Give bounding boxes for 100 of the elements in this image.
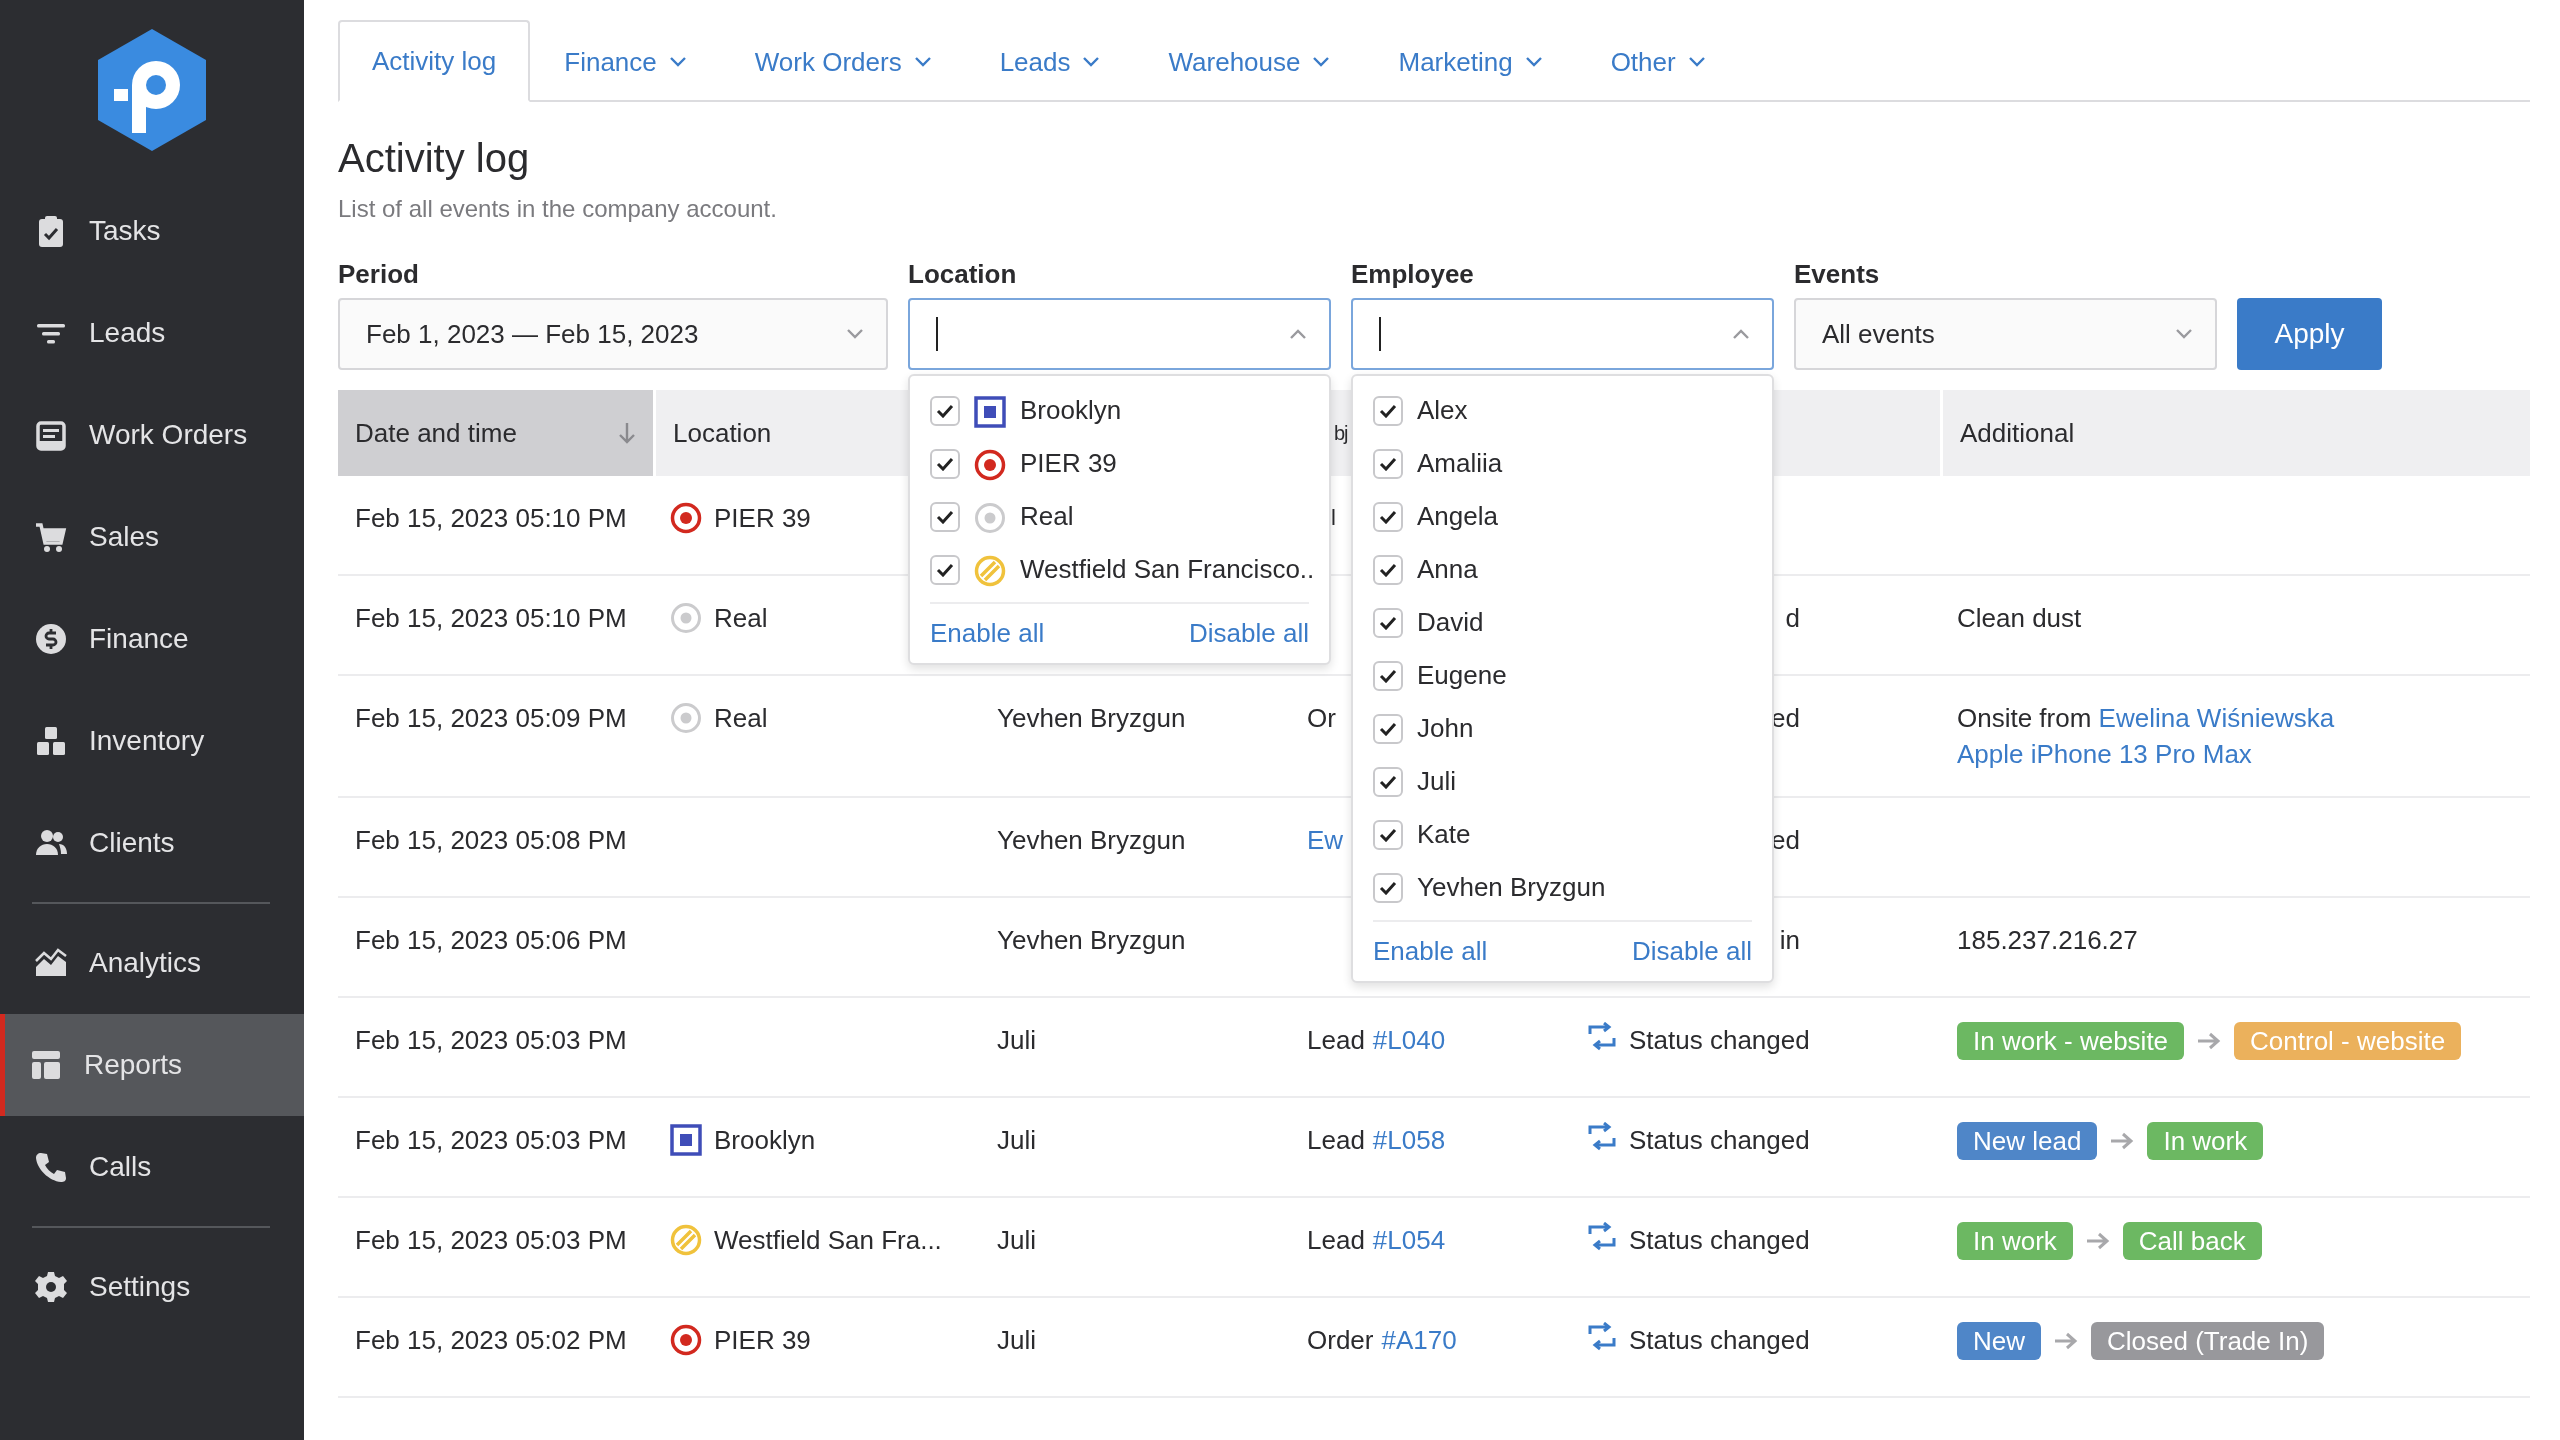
status-badge: New lead	[1957, 1122, 2098, 1160]
dropdown-option[interactable]: Yevhen Bryzgun	[1373, 861, 1752, 914]
tab[interactable]: Other	[1576, 20, 1740, 102]
status-badge: In work - website	[1957, 1022, 2185, 1060]
checkbox[interactable]	[930, 501, 960, 532]
tab[interactable]: Leads	[965, 20, 1135, 102]
nav-item[interactable]: Calls	[0, 1116, 304, 1218]
dropdown-option[interactable]: David	[1373, 596, 1752, 649]
checkbox[interactable]	[930, 448, 960, 479]
nav-item[interactable]: Tasks	[0, 180, 304, 282]
checkmark-icon	[1379, 721, 1397, 736]
option-label: Kate	[1417, 819, 1471, 850]
checkbox[interactable]	[1373, 395, 1403, 426]
checkbox[interactable]	[1373, 660, 1403, 691]
checkbox[interactable]	[1373, 713, 1403, 744]
nav-item[interactable]: Reports	[0, 1014, 304, 1116]
dropdown-option[interactable]: John	[1373, 702, 1752, 755]
checkmark-icon	[1379, 403, 1397, 418]
layout-icon	[30, 1049, 62, 1081]
nav-item[interactable]: Sales	[0, 486, 304, 588]
checkmark-icon	[936, 509, 954, 524]
nav-item[interactable]: Settings	[0, 1236, 304, 1338]
dropdown-option[interactable]: Kate	[1373, 808, 1752, 861]
nav-item[interactable]: Analytics	[0, 912, 304, 1014]
field-label: Employee	[1351, 259, 1475, 290]
column-header[interactable]: Location	[673, 417, 772, 449]
arrow-right-icon	[2196, 1031, 2223, 1051]
table-cell-text: Juli	[997, 1124, 1036, 1157]
checkbox[interactable]	[1373, 448, 1403, 479]
checkmark-icon	[1379, 827, 1397, 842]
dropdown-option[interactable]: Real	[930, 490, 1309, 543]
table-cell-text: Lead	[1307, 1024, 1365, 1057]
nav-item[interactable]: Work Orders	[0, 384, 304, 486]
checkmark-icon	[1379, 562, 1397, 577]
status-badge: In work	[2147, 1122, 2264, 1160]
arrow-right-icon	[2109, 1131, 2136, 1151]
nav-item[interactable]: Inventory	[0, 690, 304, 792]
option-label: Anna	[1417, 554, 1478, 585]
column-header[interactable]: Date and time	[355, 417, 517, 449]
checkbox[interactable]	[1373, 501, 1403, 532]
status-badge: Control - website	[2234, 1022, 2462, 1060]
table-cell-text: Status changed	[1629, 1224, 1810, 1257]
record-link[interactable]: #L054	[1372, 1222, 1446, 1258]
dropdown-option[interactable]: Brooklyn	[930, 384, 1309, 437]
nav-item[interactable]: Clients	[0, 792, 304, 894]
device-link[interactable]: Apple iPhone 13 Pro Max	[1957, 736, 2252, 772]
checkmark-icon	[936, 562, 954, 577]
option-label: David	[1417, 607, 1484, 638]
select-field[interactable]: Feb 1, 2023 — Feb 15, 2023	[338, 298, 888, 370]
disable-all-link[interactable]: Disable all	[1189, 618, 1309, 649]
table-cell-text: Yevhen Bryzgun	[997, 702, 1186, 735]
nav-item[interactable]: Finance	[0, 588, 304, 690]
dropdown-option[interactable]: PIER 39	[930, 437, 1309, 490]
checkmark-icon	[1379, 774, 1397, 789]
enable-all-link[interactable]: Enable all	[930, 618, 1045, 649]
dropdown-option[interactable]: Eugene	[1373, 649, 1752, 702]
record-link[interactable]: #L040	[1372, 1022, 1446, 1058]
status-badge: Closed (Trade In)	[2091, 1322, 2325, 1360]
person-link[interactable]: Ewelina Wiśniewska	[2098, 703, 2335, 733]
table-cell-text: Feb 15, 2023 05:10 PM	[355, 602, 627, 635]
dropdown-option[interactable]: Alex	[1373, 384, 1752, 437]
table-cell-text: Lead	[1307, 1124, 1365, 1157]
dropdown-option[interactable]: Angela	[1373, 490, 1752, 543]
select-field[interactable]: All events	[1794, 298, 2217, 370]
chevron-down-icon	[2175, 328, 2193, 340]
checkbox[interactable]	[1373, 872, 1403, 903]
option-label: Real	[1020, 501, 1074, 532]
tab[interactable]: Activity log	[338, 20, 531, 102]
checkbox[interactable]	[1373, 607, 1403, 638]
dropdown-option[interactable]: Amaliia	[1373, 437, 1752, 490]
checkbox[interactable]	[930, 395, 960, 426]
dropdown-option[interactable]: Anna	[1373, 543, 1752, 596]
tab[interactable]: Marketing	[1364, 20, 1577, 102]
tab[interactable]: Warehouse	[1134, 20, 1365, 102]
status-badge: In work	[1957, 1222, 2073, 1260]
column-header[interactable]: bj	[1334, 421, 1348, 445]
dropdown-field[interactable]	[1351, 298, 1774, 370]
checkbox[interactable]	[930, 554, 960, 585]
checkbox[interactable]	[1373, 766, 1403, 797]
tab[interactable]: Work Orders	[720, 20, 966, 102]
record-link[interactable]: Ew	[1307, 822, 1344, 858]
dropdown-field[interactable]	[908, 298, 1331, 370]
tab[interactable]: Finance	[530, 20, 721, 102]
record-link[interactable]: #L058	[1372, 1122, 1446, 1158]
option-label: Alex	[1417, 395, 1468, 426]
boxes-icon	[35, 725, 67, 757]
disable-all-link[interactable]: Disable all	[1632, 936, 1752, 967]
arrow-right-icon	[2084, 1231, 2111, 1251]
dropdown-option[interactable]: Juli	[1373, 755, 1752, 808]
checkbox[interactable]	[1373, 554, 1403, 585]
apply-button[interactable]: Apply	[2237, 298, 2382, 370]
checkmark-icon	[1379, 615, 1397, 630]
onsite-text: Onsite from Ewelina Wiśniewska	[1957, 702, 2335, 735]
option-label: Brooklyn	[1020, 395, 1122, 426]
field-label: Period	[338, 259, 420, 290]
checkbox[interactable]	[1373, 819, 1403, 850]
enable-all-link[interactable]: Enable all	[1373, 936, 1488, 967]
record-link[interactable]: #A170	[1381, 1322, 1457, 1358]
nav-item[interactable]: Leads	[0, 282, 304, 384]
column-header[interactable]: Additional	[1960, 417, 2075, 449]
